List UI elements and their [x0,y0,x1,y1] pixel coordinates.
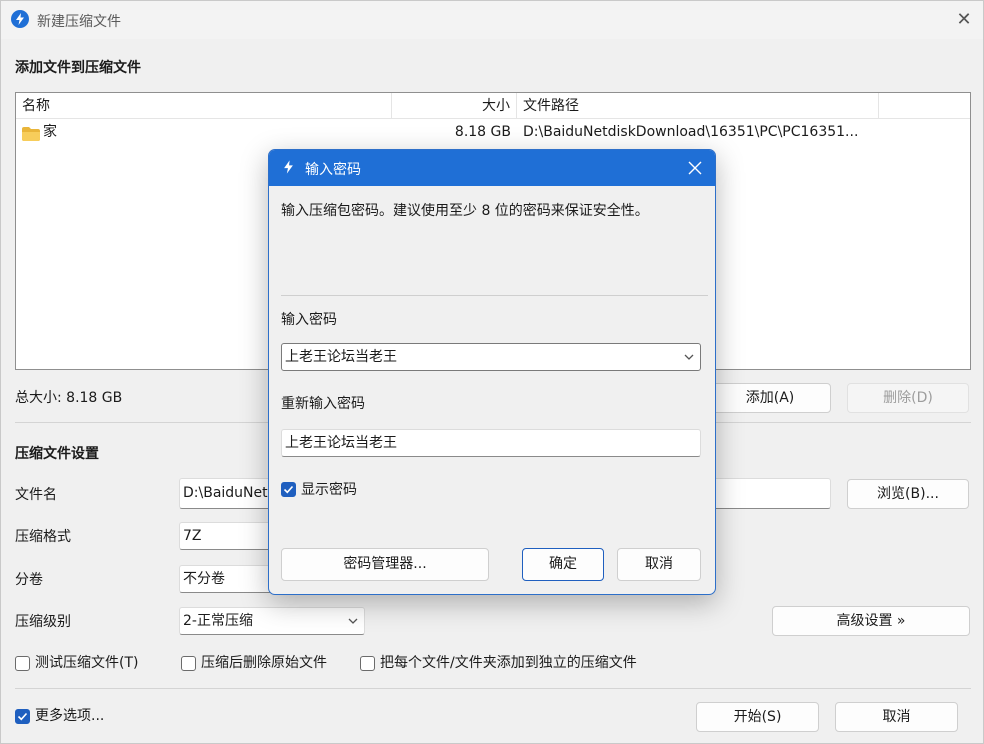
delete-button[interactable]: 删除(D) [847,383,969,413]
add-button[interactable]: 添加(A) [709,383,831,413]
show-password-label[interactable]: 显示密码 [301,481,357,499]
file-size: 8.18 GB [454,124,511,140]
start-button[interactable]: 开始(S) [696,702,819,732]
delete-source-checkbox[interactable] [181,656,196,671]
delete-source-label[interactable]: 压缩后删除原始文件 [201,654,327,672]
dialog-description: 输入压缩包密码。建议使用至少 8 位的密码来保证安全性。 [281,203,649,219]
dialog-cancel-button[interactable]: 取消 [617,548,701,581]
split-select[interactable]: 不分卷 [179,565,279,593]
split-value: 不分卷 [183,571,225,587]
browse-button[interactable]: 浏览(B)... [847,479,969,509]
split-label: 分卷 [15,572,43,588]
more-options-checkbox[interactable] [15,709,30,724]
file-name: 家 [43,124,57,140]
password-input[interactable]: 上老王论坛当老王 [281,343,701,371]
app-lightning-icon [283,160,294,178]
password-manager-button[interactable]: 密码管理器... [281,548,489,581]
check-icon [283,485,294,494]
advanced-settings-button[interactable]: 高级设置 » [772,606,970,636]
chevron-down-icon[interactable] [684,344,694,370]
dialog-close-icon[interactable] [683,156,707,180]
more-options-label[interactable]: 更多选项... [35,707,104,725]
column-header-size[interactable]: 大小 [392,93,517,119]
file-list-row[interactable]: 家 8.18 GB D:\BaiduNetdiskDownload\16351\… [16,120,970,144]
divider [281,295,708,296]
separate-archives-label[interactable]: 把每个文件/文件夹添加到独立的压缩文件 [380,654,637,672]
window-titlebar: 新建压缩文件 ✕ [1,1,983,39]
column-header-name[interactable]: 名称 [16,93,392,119]
password-label: 输入密码 [281,312,337,328]
format-value: 7Z [183,528,202,544]
ok-button[interactable]: 确定 [522,548,604,581]
cancel-button[interactable]: 取消 [835,702,958,732]
level-label: 压缩级别 [15,614,71,630]
files-section-title: 添加文件到压缩文件 [15,60,141,76]
reenter-password-input[interactable]: 上老王论坛当老王 [281,429,701,457]
file-list-header: 名称 大小 文件路径 [16,93,970,119]
app-lightning-icon [11,10,29,28]
test-archive-label[interactable]: 测试压缩文件(T) [35,654,138,672]
window-close-icon[interactable]: ✕ [953,9,975,31]
password-dialog: 输入密码 输入压缩包密码。建议使用至少 8 位的密码来保证安全性。 输入密码 上… [268,149,716,595]
chevron-down-icon [348,608,358,634]
filename-label: 文件名 [15,487,57,503]
divider [15,688,971,689]
reenter-password-label: 重新输入密码 [281,396,365,412]
format-select[interactable]: 7Z [179,522,279,550]
check-icon [17,712,28,721]
dialog-titlebar: 输入密码 [269,150,715,186]
file-path: D:\BaiduNetdiskDownload\16351\PC\PC16351… [523,124,859,140]
format-label: 压缩格式 [15,529,71,545]
total-size-label: 总大小: 8.18 GB [15,390,123,406]
column-header-path[interactable]: 文件路径 [517,93,879,119]
folder-icon [22,125,40,149]
test-archive-checkbox[interactable] [15,656,30,671]
dialog-title: 输入密码 [305,162,361,178]
level-value: 2-正常压缩 [183,613,253,629]
password-value: 上老王论坛当老王 [285,349,397,365]
window-title: 新建压缩文件 [37,14,121,30]
settings-section-title: 压缩文件设置 [15,446,99,462]
level-select[interactable]: 2-正常压缩 [179,607,365,635]
separate-archives-checkbox[interactable] [360,656,375,671]
show-password-checkbox[interactable] [281,482,296,497]
